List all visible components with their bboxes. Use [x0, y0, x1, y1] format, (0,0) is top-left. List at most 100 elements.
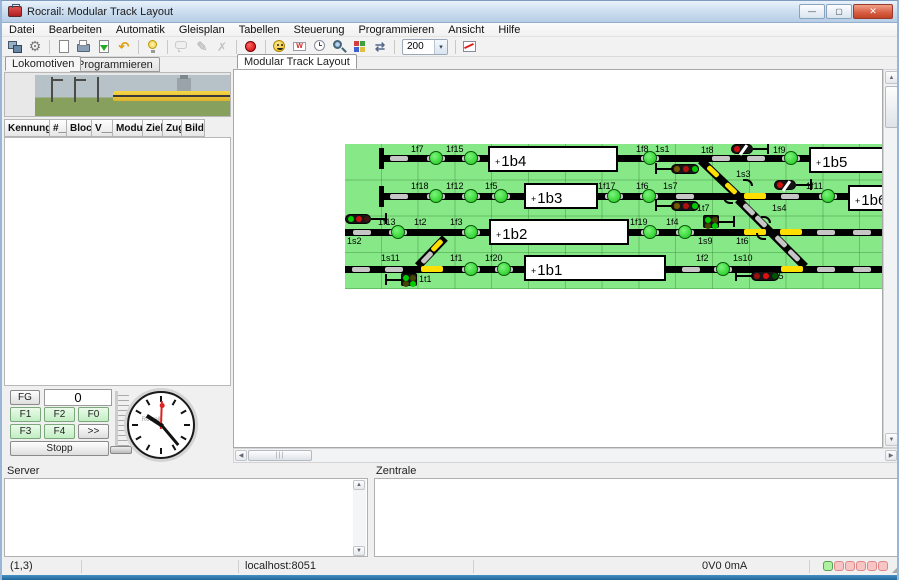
fast-clock-icon[interactable] — [311, 38, 329, 55]
block-1b2[interactable]: +1b2 — [489, 219, 629, 245]
signal-1f11-entry[interactable] — [774, 180, 814, 190]
sensor-1f9[interactable] — [784, 151, 798, 165]
undo-icon[interactable]: ↶ — [115, 38, 133, 55]
power-lamp-icon[interactable] — [144, 38, 162, 55]
speed-card-icon[interactable]: W — [291, 38, 309, 55]
server-connect-icon[interactable] — [6, 38, 24, 55]
scroll-up-arrow[interactable]: ▲ — [885, 71, 898, 84]
sensor-1f18[interactable] — [429, 189, 443, 203]
col-header-kennung[interactable]: Kennung — [4, 119, 50, 137]
col-header-[interactable]: #__ — [49, 119, 67, 137]
vertical-scrollbar[interactable]: ▲ ▼ — [883, 69, 899, 448]
menu-gleisplan[interactable]: Gleisplan — [172, 23, 232, 37]
shift-functions-button[interactable]: >> — [78, 424, 109, 439]
dwarf-signal-1s1[interactable] — [655, 164, 701, 174]
scroll-down-arrow[interactable]: ▼ — [885, 433, 898, 446]
scroll-left-arrow[interactable]: ◀ — [235, 450, 247, 461]
horizontal-scrollbar[interactable]: ◀ ||| ▶ — [233, 448, 899, 463]
vscroll-thumb[interactable] — [885, 86, 898, 128]
server-log-scrollbar[interactable]: ▲ ▼ — [353, 480, 366, 556]
sensor-1f11[interactable] — [821, 189, 835, 203]
menu-tabellen[interactable]: Tabellen — [232, 23, 287, 37]
col-header-bild[interactable]: Bild — [181, 119, 205, 137]
menu-ansicht[interactable]: Ansicht — [441, 23, 491, 37]
chart-icon[interactable] — [461, 38, 479, 55]
menu-hilfe[interactable]: Hilfe — [491, 23, 527, 37]
sensor-1f19[interactable] — [643, 225, 657, 239]
new-plan-icon[interactable] — [55, 38, 73, 55]
block-1b5[interactable]: +1b5 — [809, 147, 882, 173]
block-1b4[interactable]: +1b4 — [488, 146, 618, 172]
sensor-1f7[interactable] — [429, 151, 443, 165]
menu-datei[interactable]: Datei — [2, 23, 42, 37]
zoom-select[interactable]: 200▾ — [402, 39, 448, 55]
fg-button[interactable]: FG — [10, 390, 40, 405]
menu-steuerung[interactable]: Steuerung — [287, 23, 352, 37]
emergency-stop-icon[interactable] — [242, 38, 260, 55]
f4-button[interactable]: F4 — [44, 424, 75, 439]
sensor-1f2[interactable] — [716, 262, 730, 276]
block-1b6[interactable]: +1b6 — [848, 185, 882, 211]
locomotive-list[interactable] — [4, 137, 231, 386]
sensor-1f3[interactable] — [464, 225, 478, 239]
col-header-block[interactable]: Block — [66, 119, 92, 137]
sensor-1f15[interactable] — [464, 151, 478, 165]
menu-programmieren[interactable]: Programmieren — [351, 23, 441, 37]
zentrale-log[interactable] — [374, 478, 899, 557]
sensor-1f13[interactable] — [391, 225, 405, 239]
server-log[interactable]: ▲ ▼ — [4, 478, 368, 557]
col-header-zug[interactable]: Zug — [162, 119, 182, 137]
search-globe-icon[interactable] — [331, 38, 349, 55]
f3-button[interactable]: F3 — [10, 424, 41, 439]
maximize-button[interactable]: ▢ — [826, 4, 852, 19]
block-1b1[interactable]: +1b1 — [524, 255, 666, 281]
f0-button[interactable]: F0 — [78, 407, 109, 422]
menu-automatik[interactable]: Automatik — [109, 23, 172, 37]
block-1b3[interactable]: +1b3 — [524, 183, 598, 209]
signal-1t1[interactable] — [385, 273, 419, 286]
smiley-icon[interactable] — [271, 38, 289, 55]
analyser-icon[interactable]: ⇄ — [371, 38, 389, 55]
close-button[interactable]: ✕ — [853, 4, 893, 19]
tab-modular-track-layout[interactable]: Modular Track Layout — [237, 54, 357, 69]
scroll-up-arrow[interactable]: ▲ — [353, 480, 365, 490]
sensor-1f5[interactable] — [494, 189, 508, 203]
properties-gear-icon[interactable]: ⚙ — [26, 38, 44, 55]
messages-icon[interactable] — [173, 38, 191, 55]
sensor-1f12[interactable] — [464, 189, 478, 203]
f2-button[interactable]: F2 — [44, 407, 75, 422]
shunt-signal-1s9[interactable] — [703, 215, 737, 228]
open-plan-icon[interactable] — [75, 38, 93, 55]
dwarf-signal-1t7[interactable] — [655, 201, 701, 211]
status-led-green — [823, 561, 833, 571]
save-plan-icon[interactable] — [95, 38, 113, 55]
f1-button[interactable]: F1 — [10, 407, 41, 422]
sensor-1f4[interactable] — [678, 225, 692, 239]
col-header-modus[interactable]: Modus — [112, 119, 143, 137]
power-lamp-icon-part — [148, 40, 157, 49]
tab-programmieren[interactable]: Programmieren — [70, 57, 160, 72]
menu-bearbeiten[interactable]: Bearbeiten — [42, 23, 109, 37]
sensor-1f17[interactable] — [607, 189, 621, 203]
delete-icon[interactable]: ✗ — [213, 38, 231, 55]
signal-1s2[interactable] — [345, 214, 389, 224]
col-header-ziel[interactable]: Ziel — [142, 119, 163, 137]
stop-button[interactable]: Stopp — [10, 441, 109, 456]
speed-slider-thumb[interactable] — [110, 446, 132, 454]
sensor-1f1[interactable] — [464, 262, 478, 276]
hscroll-thumb[interactable]: ||| — [248, 450, 312, 461]
tab-lokomotiven[interactable]: Lokomotiven — [5, 56, 81, 71]
title-bar[interactable]: Rocrail: Modular Track Layout — ▢ ✕ — [2, 1, 899, 23]
sensor-1f6[interactable] — [642, 189, 656, 203]
col-header-v[interactable]: V__ — [91, 119, 113, 137]
layout-canvas[interactable]: +1b4+1b5+1b3+1b6+1b2+1b11f71f151f81s11t8… — [233, 69, 883, 448]
signal-1t8[interactable] — [731, 144, 771, 154]
minimize-button[interactable]: — — [799, 4, 825, 19]
modules-icon[interactable] — [351, 38, 369, 55]
edit-pencil-icon[interactable]: ✎ — [193, 38, 211, 55]
resize-grip[interactable]: ◢ — [892, 565, 898, 574]
sensor-1f20[interactable] — [497, 262, 511, 276]
scroll-down-arrow[interactable]: ▼ — [353, 546, 365, 556]
signal-1t5[interactable] — [735, 271, 781, 281]
scroll-right-arrow[interactable]: ▶ — [885, 450, 897, 461]
